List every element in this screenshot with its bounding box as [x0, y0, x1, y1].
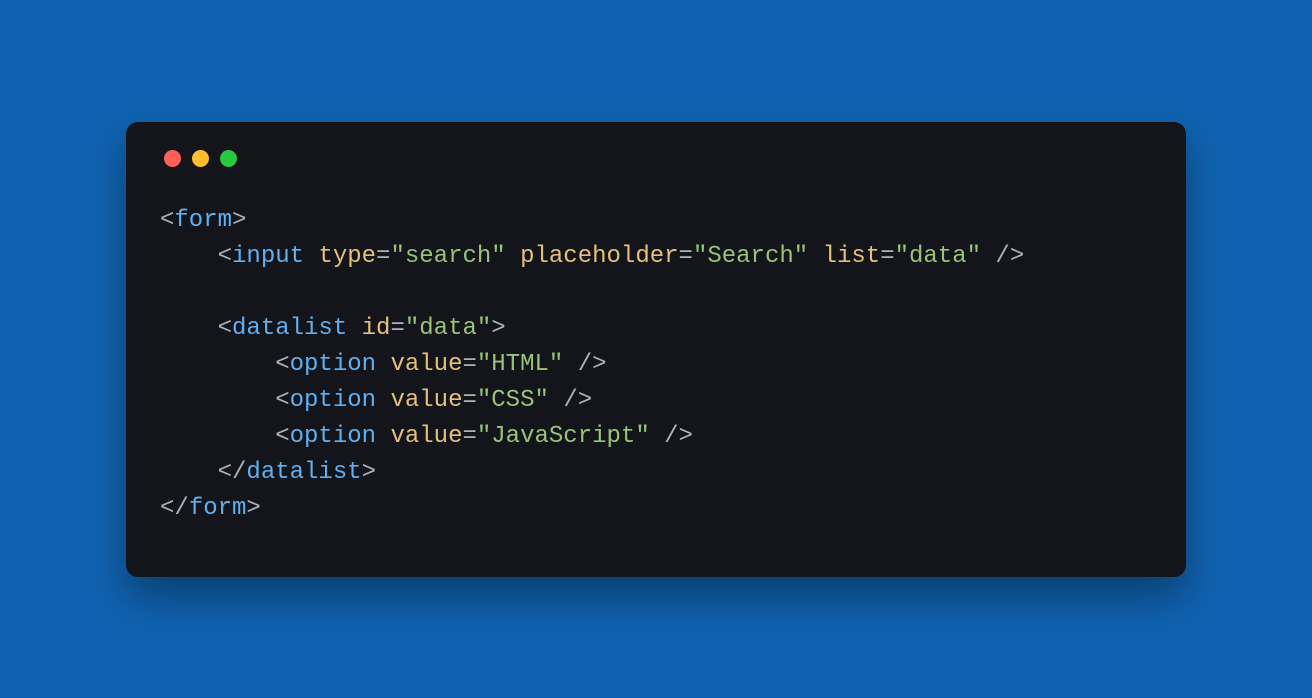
- maximize-icon[interactable]: [220, 150, 237, 167]
- attr-list: list: [823, 243, 881, 270]
- tag-input: input: [232, 243, 304, 270]
- val-Search: Search: [707, 243, 793, 270]
- val-search: search: [405, 243, 491, 270]
- attr-type: type: [318, 243, 376, 270]
- val-HTML: HTML: [491, 351, 549, 378]
- close-icon[interactable]: [164, 150, 181, 167]
- val-data-2: data: [419, 315, 477, 342]
- minimize-icon[interactable]: [192, 150, 209, 167]
- tag-datalist-close: datalist: [246, 459, 361, 486]
- attr-placeholder: placeholder: [520, 243, 678, 270]
- attr-id: id: [362, 315, 391, 342]
- traffic-lights: [164, 150, 1152, 167]
- tag-form-open: form: [174, 207, 232, 234]
- val-CSS: CSS: [491, 387, 534, 414]
- attr-value-2: value: [390, 387, 462, 414]
- code-block: <form> <input type="search" placeholder=…: [160, 203, 1152, 527]
- attr-value-3: value: [390, 423, 462, 450]
- tag-option-3: option: [290, 423, 376, 450]
- val-JavaScript: JavaScript: [491, 423, 635, 450]
- attr-value-1: value: [390, 351, 462, 378]
- val-data-1: data: [909, 243, 967, 270]
- tag-option-2: option: [290, 387, 376, 414]
- tag-form-close: form: [189, 495, 247, 522]
- code-window: <form> <input type="search" placeholder=…: [126, 122, 1186, 577]
- tag-option-1: option: [290, 351, 376, 378]
- tag-datalist-open: datalist: [232, 315, 347, 342]
